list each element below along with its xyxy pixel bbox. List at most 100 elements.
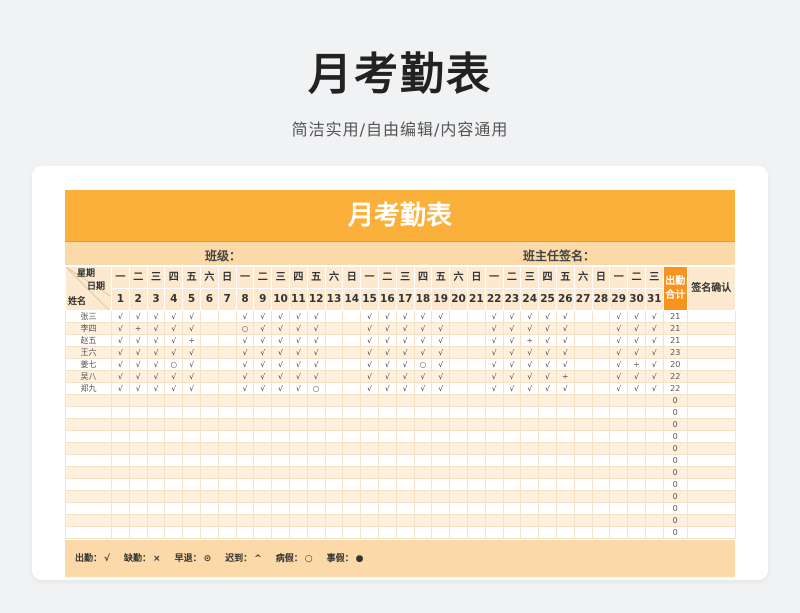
attendance-cell[interactable]: √ [182,346,201,359]
attendance-cell[interactable] [466,490,486,503]
attendance-cell[interactable] [484,526,504,539]
attendance-cell[interactable] [182,406,201,419]
attendance-cell[interactable] [377,466,397,479]
attendance-cell[interactable]: √ [431,322,451,335]
attendance-cell[interactable] [573,478,593,491]
attendance-cell[interactable]: √ [609,310,629,323]
attendance-cell[interactable] [111,454,130,467]
attendance-cell[interactable] [466,454,486,467]
attendance-cell[interactable] [199,478,219,491]
attendance-cell[interactable] [146,418,166,431]
attendance-cell[interactable]: √ [271,334,290,347]
attendance-cell[interactable]: √ [644,346,664,359]
attendance-cell[interactable] [377,502,397,515]
sign-confirm-cell[interactable] [686,346,736,359]
attendance-cell[interactable] [395,490,415,503]
attendance-cell[interactable] [288,454,308,467]
attendance-cell[interactable] [360,502,379,515]
attendance-cell[interactable] [502,466,522,479]
attendance-cell[interactable]: √ [609,334,629,347]
attendance-cell[interactable]: √ [146,310,166,323]
attendance-cell[interactable] [164,418,184,431]
attendance-cell[interactable] [182,466,201,479]
attendance-cell[interactable] [342,346,362,359]
attendance-cell[interactable] [466,394,486,407]
attendance-cell[interactable] [164,394,184,407]
attendance-cell[interactable] [182,526,201,539]
attendance-cell[interactable] [466,526,486,539]
attendance-cell[interactable] [342,334,362,347]
attendance-cell[interactable] [466,514,486,527]
attendance-cell[interactable] [199,490,219,503]
attendance-cell[interactable] [342,442,362,455]
attendance-cell[interactable] [466,346,486,359]
attendance-cell[interactable] [253,442,273,455]
attendance-cell[interactable] [591,382,611,395]
attendance-cell[interactable] [199,334,219,347]
attendance-cell[interactable] [217,394,237,407]
attendance-cell[interactable] [538,406,557,419]
sign-confirm-cell[interactable] [686,394,736,407]
attendance-cell[interactable] [128,478,148,491]
attendance-cell[interactable] [253,454,273,467]
attendance-cell[interactable] [128,442,148,455]
attendance-cell[interactable] [324,382,344,395]
attendance-cell[interactable] [271,430,290,443]
attendance-cell[interactable] [324,418,344,431]
attendance-cell[interactable] [146,466,166,479]
attendance-cell[interactable] [609,442,629,455]
attendance-cell[interactable]: ○ [306,382,326,395]
attendance-cell[interactable] [217,418,237,431]
attendance-cell[interactable] [128,502,148,515]
attendance-cell[interactable] [502,454,522,467]
attendance-cell[interactable] [164,466,184,479]
attendance-cell[interactable]: √ [146,346,166,359]
attendance-cell[interactable] [199,442,219,455]
attendance-cell[interactable] [342,394,362,407]
attendance-cell[interactable]: √ [627,310,646,323]
attendance-cell[interactable] [111,478,130,491]
attendance-cell[interactable] [449,490,468,503]
attendance-cell[interactable] [111,526,130,539]
attendance-cell[interactable] [555,430,575,443]
attendance-cell[interactable]: √ [502,382,522,395]
attendance-cell[interactable]: √ [627,334,646,347]
attendance-cell[interactable] [128,490,148,503]
attendance-cell[interactable] [217,406,237,419]
attendance-cell[interactable] [288,442,308,455]
attendance-cell[interactable] [484,394,504,407]
attendance-cell[interactable]: √ [360,382,379,395]
attendance-cell[interactable] [591,478,611,491]
attendance-cell[interactable] [538,478,557,491]
attendance-cell[interactable]: √ [253,370,273,383]
attendance-cell[interactable] [111,490,130,503]
attendance-cell[interactable] [199,502,219,515]
attendance-cell[interactable] [253,526,273,539]
attendance-cell[interactable] [182,430,201,443]
attendance-cell[interactable] [217,382,237,395]
attendance-cell[interactable] [306,430,326,443]
attendance-cell[interactable] [431,442,451,455]
attendance-cell[interactable]: √ [644,334,664,347]
attendance-cell[interactable] [253,466,273,479]
attendance-cell[interactable]: √ [413,334,433,347]
attendance-cell[interactable] [288,514,308,527]
attendance-cell[interactable]: √ [484,370,504,383]
attendance-cell[interactable]: √ [271,322,290,335]
attendance-cell[interactable] [609,526,629,539]
student-name[interactable] [65,418,112,431]
attendance-cell[interactable] [395,406,415,419]
attendance-cell[interactable] [146,454,166,467]
attendance-cell[interactable] [591,310,611,323]
attendance-cell[interactable] [342,502,362,515]
student-name[interactable] [65,466,112,479]
attendance-cell[interactable]: √ [395,334,415,347]
attendance-cell[interactable] [449,406,468,419]
attendance-cell[interactable] [377,454,397,467]
attendance-cell[interactable] [466,502,486,515]
attendance-cell[interactable] [609,430,629,443]
attendance-cell[interactable]: √ [360,334,379,347]
attendance-cell[interactable] [253,394,273,407]
attendance-cell[interactable] [520,454,540,467]
attendance-cell[interactable] [431,466,451,479]
